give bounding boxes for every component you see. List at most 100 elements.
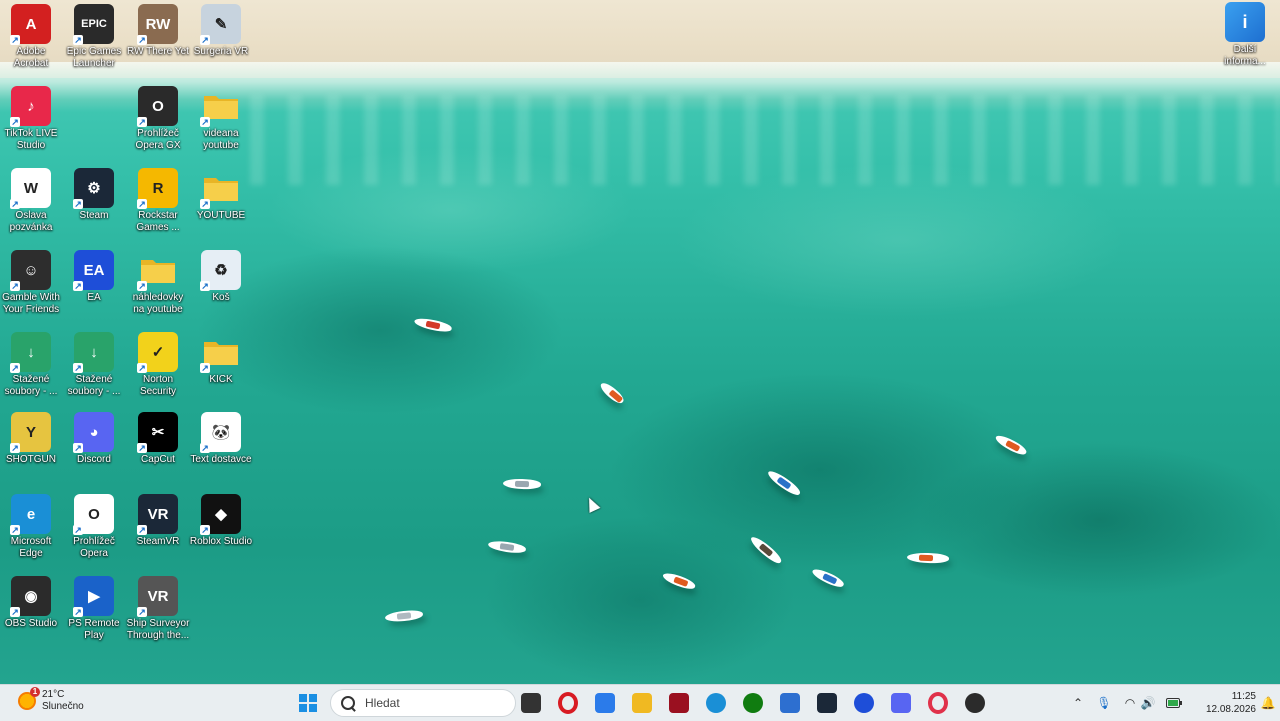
shortcut-arrow-icon: ↗ <box>200 117 210 127</box>
volume-icon[interactable]: 🔊 <box>1140 695 1156 711</box>
shortcut-arrow-icon: ↗ <box>73 35 83 45</box>
desktop-shortcut[interactable]: ↗ YOUTUBE <box>190 168 252 222</box>
taskbar-app-button[interactable] <box>926 691 950 715</box>
wifi-icon[interactable]: ◠ <box>1122 695 1138 711</box>
taskbar-app-button[interactable] <box>704 691 728 715</box>
microphone-icon[interactable]: 🎙 <box>1096 695 1112 711</box>
taskbar-app-button[interactable] <box>667 691 691 715</box>
obs-studio-icon: ◉ ↗ <box>10 576 51 617</box>
shortcut-arrow-icon: ↗ <box>137 525 147 535</box>
desktop-shortcut-label: Steam <box>79 210 109 221</box>
ea-icon: EA ↗ <box>73 250 114 291</box>
desktop-shortcut[interactable]: ▶ ↗ PS Remote Play <box>63 576 125 642</box>
desktop-shortcut-label: EA <box>87 292 101 303</box>
steam-icon: ⚙ ↗ <box>73 168 114 209</box>
desktop-shortcut[interactable]: ↗ náhledovky na youtube <box>127 250 189 316</box>
taskbar-app-button[interactable] <box>852 691 876 715</box>
weather-widget[interactable]: 1 21°C Slunečno <box>18 687 84 713</box>
shortcut-arrow-icon: ↗ <box>73 363 83 373</box>
weather-alert-badge: 1 <box>30 687 40 697</box>
desktop-shortcut-label: Surgeria VR <box>193 46 249 57</box>
shortcut-arrow-icon: ↗ <box>200 443 210 453</box>
search-placeholder: Hledat <box>365 696 400 710</box>
desktop-shortcut-label: náhledovky na youtube <box>132 292 184 315</box>
desktop-shortcut-label: Microsoft Edge <box>10 536 52 559</box>
desktop-shortcut-label: Ship Surveyor Through the... <box>126 618 190 641</box>
desktop-shortcut-label: Text dostavce <box>190 454 252 465</box>
word-document-icon: W ↗ <box>10 168 51 209</box>
battery-icon[interactable] <box>1166 695 1182 711</box>
desktop-shortcut[interactable]: ✓ ↗ Norton Security <box>127 332 189 398</box>
desktop-shortcut[interactable]: EA ↗ EA <box>63 250 125 304</box>
shortcut-arrow-icon: ↗ <box>200 199 210 209</box>
taskbar-app-button[interactable] <box>815 691 839 715</box>
widget-label: Další informa... <box>1224 44 1266 67</box>
desktop-shortcut[interactable]: W ↗ Oslava pozvánka <box>0 168 62 234</box>
wallpaper-foam <box>250 95 1280 185</box>
desktop-shortcut[interactable]: EPIC ↗ Epic Games Launcher <box>63 4 125 70</box>
desktop-shortcut[interactable]: ◕ ↗ Discord <box>63 412 125 466</box>
shortcut-arrow-icon: ↗ <box>200 363 210 373</box>
shortcut-arrow-icon: ↗ <box>137 443 147 453</box>
desktop-shortcut[interactable]: VR ↗ Ship Surveyor Through the... <box>127 576 189 642</box>
desktop-shortcut-label: videana youtube <box>203 128 239 151</box>
desktop-shortcut[interactable]: VR ↗ SteamVR <box>127 494 189 548</box>
taskbar-app-button[interactable] <box>889 691 913 715</box>
desktop-shortcut[interactable]: ☺ ↗ Gamble With Your Friends <box>0 250 62 316</box>
epic-games-icon: EPIC ↗ <box>73 4 114 45</box>
desktop-icon-grid: A ↗ Adobe Acrobat EPIC ↗ Epic Games Launcher R… <box>0 0 260 650</box>
start-button[interactable] <box>296 691 320 715</box>
desktop-shortcut-label: Norton Security <box>139 374 177 397</box>
desktop-shortcut[interactable]: O ↗ Prohlížeč Opera GX <box>127 86 189 152</box>
taskbar-app-button[interactable] <box>593 691 617 715</box>
widget-info-shortcut[interactable]: i Další informa... <box>1214 2 1276 68</box>
clock-date: 12.08.2026 <box>1205 704 1256 715</box>
xbox-icon <box>743 693 763 713</box>
shortcut-arrow-icon: ↗ <box>137 35 147 45</box>
notification-bell-icon[interactable]: 🔔 <box>1260 695 1276 711</box>
desktop-shortcut-label: Stažené soubory - ... <box>4 374 58 397</box>
desktop-shortcut[interactable]: ↗ KICK <box>190 332 252 386</box>
copilot-icon <box>595 693 615 713</box>
desktop-shortcut[interactable]: ✎ ↗ Surgeria VR <box>190 4 252 58</box>
taskbar-clock[interactable]: 11:25 12.08.2026 <box>1206 690 1256 716</box>
desktop-shortcut[interactable]: ⚙ ↗ Steam <box>63 168 125 222</box>
desktop-shortcut[interactable]: RW ↗ RW There Yet <box>127 4 189 58</box>
desktop-shortcut[interactable]: A ↗ Adobe Acrobat <box>0 4 62 70</box>
desktop-shortcut[interactable]: ♪ ↗ TikTok LIVE Studio <box>0 86 62 152</box>
desktop-shortcut-label: SteamVR <box>136 536 180 547</box>
taskbar-app-button[interactable] <box>556 691 580 715</box>
desktop-shortcut[interactable]: O ↗ Prohlížeč Opera <box>63 494 125 560</box>
taskbar-app-button[interactable] <box>519 691 543 715</box>
rw-there-yet-icon: RW ↗ <box>137 4 178 45</box>
clock-time: 11:25 <box>1231 691 1256 702</box>
desktop-shortcut[interactable]: R ↗ Rockstar Games ... <box>127 168 189 234</box>
sun-icon: 1 <box>18 687 40 710</box>
taskbar-search-box[interactable]: Hledat <box>330 689 516 717</box>
shortcut-arrow-icon: ↗ <box>10 199 20 209</box>
taskbar-app-button[interactable] <box>963 691 987 715</box>
desktop-shortcut[interactable]: e ↗ Microsoft Edge <box>0 494 62 560</box>
opera-icon <box>558 692 578 714</box>
desktop-shortcut[interactable]: ↓ ↗ Stažené soubory - ... <box>63 332 125 398</box>
desktop-shortcut[interactable]: Y ↗ SHOTGUN <box>0 412 62 466</box>
desktop-shortcut[interactable]: ♻ ↗ Koš <box>190 250 252 304</box>
desktop-shortcut[interactable]: ◆ ↗ Roblox Studio <box>190 494 252 548</box>
desktop-shortcut-label: Adobe Acrobat <box>13 46 49 69</box>
start-windows-icon <box>299 694 317 712</box>
taskbar-app-button[interactable] <box>741 691 765 715</box>
desktop-shortcut[interactable]: ↗ videana youtube <box>190 86 252 152</box>
shortcut-arrow-icon: ↗ <box>200 35 210 45</box>
desktop-shortcut[interactable]: ↓ ↗ Stažené soubory - ... <box>0 332 62 398</box>
norton-security-icon: ✓ ↗ <box>137 332 178 373</box>
desktop-shortcut-label: Gamble With Your Friends <box>2 292 60 315</box>
desktop-shortcut[interactable]: ✂ ↗ CapCut <box>127 412 189 466</box>
desktop-shortcut-label: Oslava pozvánka <box>9 210 53 233</box>
desktop-shortcut[interactable]: ◉ ↗ OBS Studio <box>0 576 62 630</box>
chevron-up-icon[interactable]: ⌃ <box>1070 695 1086 711</box>
shortcut-arrow-icon: ↗ <box>10 363 20 373</box>
edge-icon <box>706 693 726 713</box>
taskbar-app-button[interactable] <box>778 691 802 715</box>
taskbar-app-button[interactable] <box>630 691 654 715</box>
desktop-shortcut[interactable]: 🐼 ↗ Text dostavce <box>190 412 252 466</box>
